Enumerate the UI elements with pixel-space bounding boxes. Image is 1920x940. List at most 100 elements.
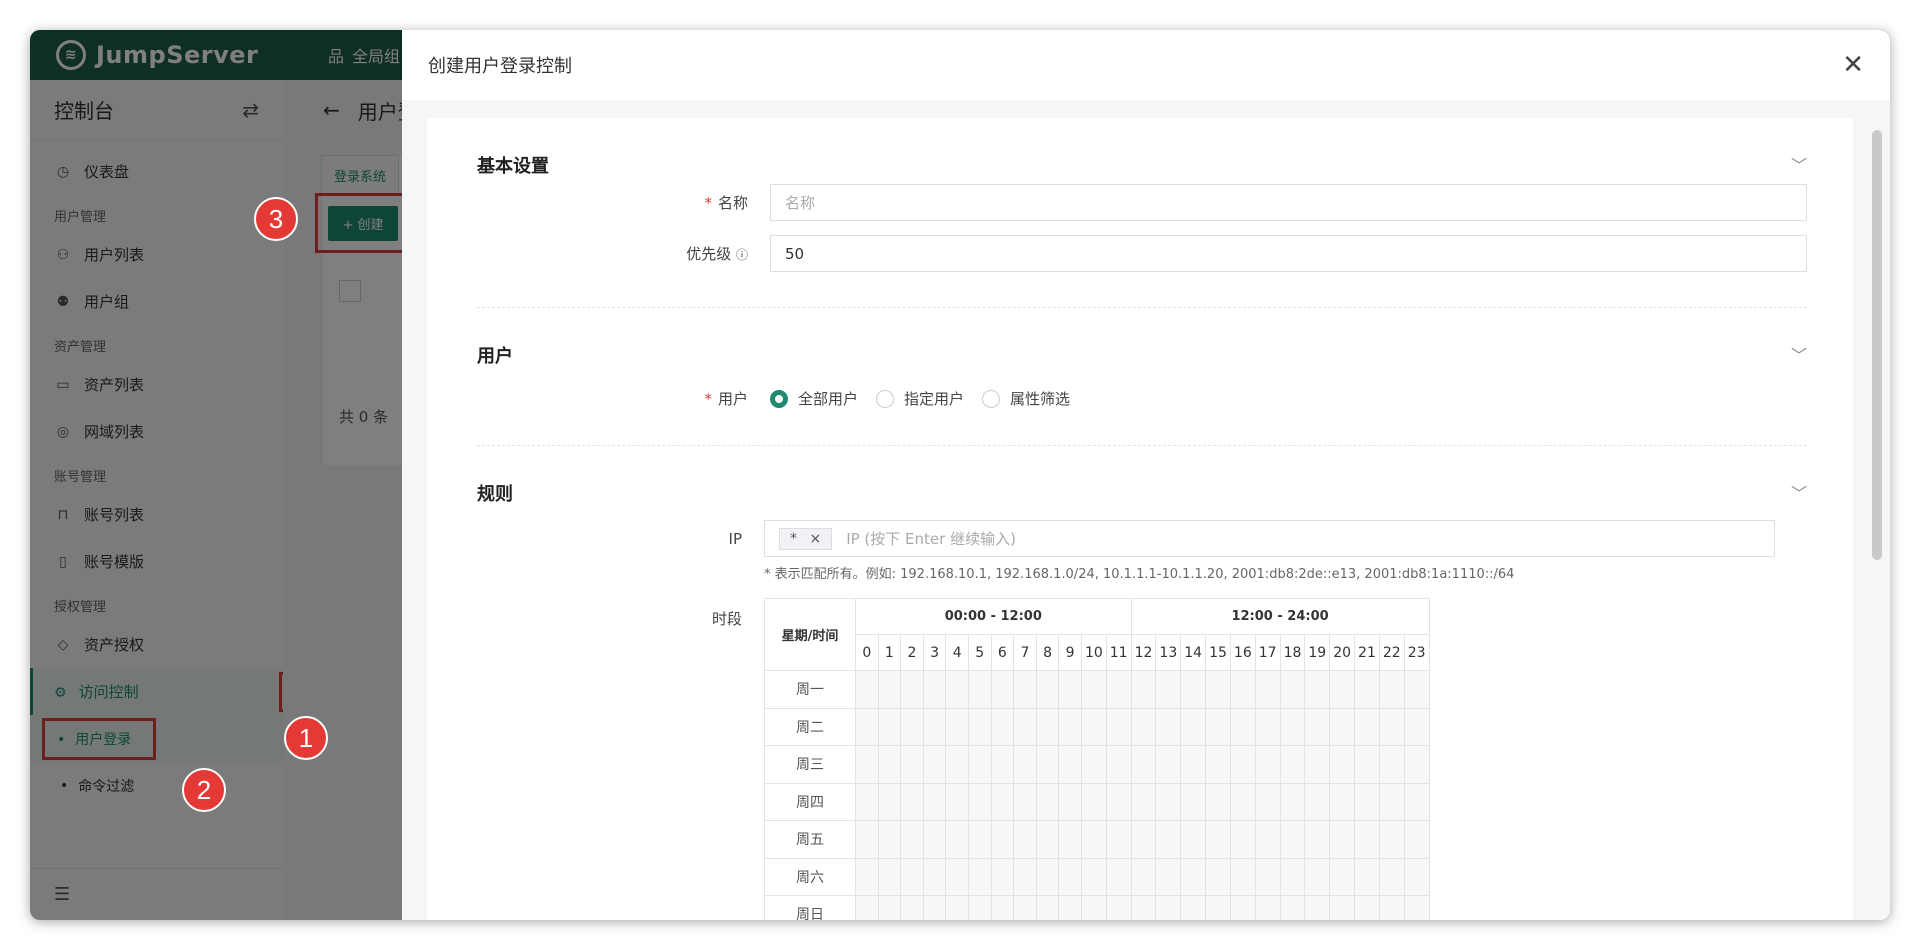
- time-slot-cell[interactable]: [1105, 820, 1132, 859]
- time-slot-cell[interactable]: [1304, 745, 1331, 784]
- time-slot-cell[interactable]: [1155, 670, 1182, 709]
- time-slot-cell[interactable]: [1180, 857, 1207, 896]
- time-slot-cell[interactable]: [1403, 782, 1430, 821]
- time-slot-cell[interactable]: [922, 707, 947, 746]
- time-slot-cell[interactable]: [1180, 782, 1207, 821]
- time-slot-cell[interactable]: [855, 857, 879, 896]
- time-slot-cell[interactable]: [1329, 745, 1356, 784]
- time-slot-cell[interactable]: [922, 782, 947, 821]
- time-slot-cell[interactable]: [1013, 782, 1037, 821]
- time-slot-cell[interactable]: [877, 895, 902, 920]
- time-slot-cell[interactable]: [1378, 820, 1405, 859]
- time-slot-cell[interactable]: [967, 745, 992, 784]
- time-slot-cell[interactable]: [1080, 857, 1107, 896]
- time-slot-cell[interactable]: [1354, 782, 1380, 821]
- time-slot-cell[interactable]: [1254, 895, 1281, 920]
- time-slot-cell[interactable]: [922, 670, 947, 709]
- priority-input[interactable]: 50: [770, 235, 1807, 272]
- time-slot-cell[interactable]: [945, 820, 969, 859]
- time-slot-cell[interactable]: [1035, 857, 1060, 896]
- time-slot-cell[interactable]: [1205, 745, 1231, 784]
- time-slot-cell[interactable]: [877, 857, 902, 896]
- time-slot-cell[interactable]: [1035, 782, 1060, 821]
- time-slot-cell[interactable]: [1130, 745, 1157, 784]
- time-slot-cell[interactable]: [1130, 857, 1157, 896]
- time-slot-cell[interactable]: [1058, 857, 1082, 896]
- time-slot-cell[interactable]: [1205, 707, 1231, 746]
- time-slot-cell[interactable]: [855, 745, 879, 784]
- time-slot-cell[interactable]: [1180, 745, 1207, 784]
- time-slot-cell[interactable]: [967, 782, 992, 821]
- time-slot-cell[interactable]: [1130, 895, 1157, 920]
- time-slot-cell[interactable]: [1329, 782, 1356, 821]
- time-slot-cell[interactable]: [1080, 745, 1107, 784]
- time-slot-cell[interactable]: [1329, 820, 1356, 859]
- time-slot-cell[interactable]: [1229, 782, 1256, 821]
- time-slot-cell[interactable]: [1354, 857, 1380, 896]
- time-slot-cell[interactable]: [877, 670, 902, 709]
- tag-close-icon[interactable]: ×: [809, 531, 821, 547]
- time-slot-cell[interactable]: [1080, 782, 1107, 821]
- time-slot-cell[interactable]: [877, 745, 902, 784]
- time-slot-cell[interactable]: [1254, 670, 1281, 709]
- time-slot-cell[interactable]: [1304, 857, 1331, 896]
- time-slot-cell[interactable]: [855, 895, 879, 920]
- time-slot-cell[interactable]: [900, 895, 924, 920]
- time-slot-cell[interactable]: [922, 857, 947, 896]
- time-slot-cell[interactable]: [967, 895, 992, 920]
- time-slot-cell[interactable]: [1155, 707, 1182, 746]
- time-slot-cell[interactable]: [945, 707, 969, 746]
- chevron-down-icon[interactable]: ﹀: [1791, 480, 1807, 504]
- time-slot-cell[interactable]: [922, 745, 947, 784]
- time-slot-cell[interactable]: [1329, 670, 1356, 709]
- user-radio-option[interactable]: 全部用户: [770, 388, 858, 409]
- time-slot-cell[interactable]: [1279, 670, 1306, 709]
- time-slot-cell[interactable]: [1254, 707, 1281, 746]
- time-slot-cell[interactable]: [1155, 745, 1182, 784]
- time-slot-cell[interactable]: [1304, 707, 1331, 746]
- time-slot-cell[interactable]: [1105, 707, 1132, 746]
- time-slot-cell[interactable]: [1013, 820, 1037, 859]
- time-slot-cell[interactable]: [1378, 895, 1405, 920]
- time-slot-cell[interactable]: [1205, 670, 1231, 709]
- time-slot-cell[interactable]: [1013, 857, 1037, 896]
- time-slot-cell[interactable]: [945, 895, 969, 920]
- time-slot-cell[interactable]: [1254, 745, 1281, 784]
- time-slot-cell[interactable]: [900, 782, 924, 821]
- time-slot-cell[interactable]: [900, 707, 924, 746]
- time-slot-cell[interactable]: [900, 820, 924, 859]
- time-slot-cell[interactable]: [877, 782, 902, 821]
- time-slot-cell[interactable]: [1155, 895, 1182, 920]
- time-slot-cell[interactable]: [1080, 670, 1107, 709]
- time-slot-cell[interactable]: [900, 670, 924, 709]
- time-slot-cell[interactable]: [1329, 857, 1356, 896]
- time-slot-cell[interactable]: [1013, 707, 1037, 746]
- time-slot-cell[interactable]: [1229, 670, 1256, 709]
- time-slot-cell[interactable]: [1354, 707, 1380, 746]
- time-slot-cell[interactable]: [1205, 857, 1231, 896]
- time-slot-cell[interactable]: [855, 670, 879, 709]
- close-icon[interactable]: ✕: [1842, 50, 1864, 80]
- time-slot-cell[interactable]: [877, 820, 902, 859]
- time-slot-cell[interactable]: [1403, 745, 1430, 784]
- time-slot-cell[interactable]: [945, 670, 969, 709]
- time-slot-cell[interactable]: [855, 707, 879, 746]
- time-slot-cell[interactable]: [1229, 707, 1256, 746]
- time-slot-cell[interactable]: [1058, 782, 1082, 821]
- time-slot-cell[interactable]: [1035, 670, 1060, 709]
- time-slot-cell[interactable]: [900, 745, 924, 784]
- time-slot-cell[interactable]: [1058, 707, 1082, 746]
- time-slot-cell[interactable]: [945, 857, 969, 896]
- time-slot-cell[interactable]: [1013, 745, 1037, 784]
- time-slot-cell[interactable]: [1378, 707, 1405, 746]
- time-slot-cell[interactable]: [1329, 707, 1356, 746]
- user-radio-option[interactable]: 指定用户: [876, 388, 964, 409]
- time-slot-cell[interactable]: [1105, 895, 1132, 920]
- time-slot-cell[interactable]: [1279, 782, 1306, 821]
- time-slot-cell[interactable]: [1180, 820, 1207, 859]
- time-slot-cell[interactable]: [1180, 670, 1207, 709]
- time-slot-cell[interactable]: [1105, 857, 1132, 896]
- time-slot-cell[interactable]: [1058, 895, 1082, 920]
- name-input[interactable]: 名称: [770, 184, 1807, 221]
- time-slot-cell[interactable]: [1155, 857, 1182, 896]
